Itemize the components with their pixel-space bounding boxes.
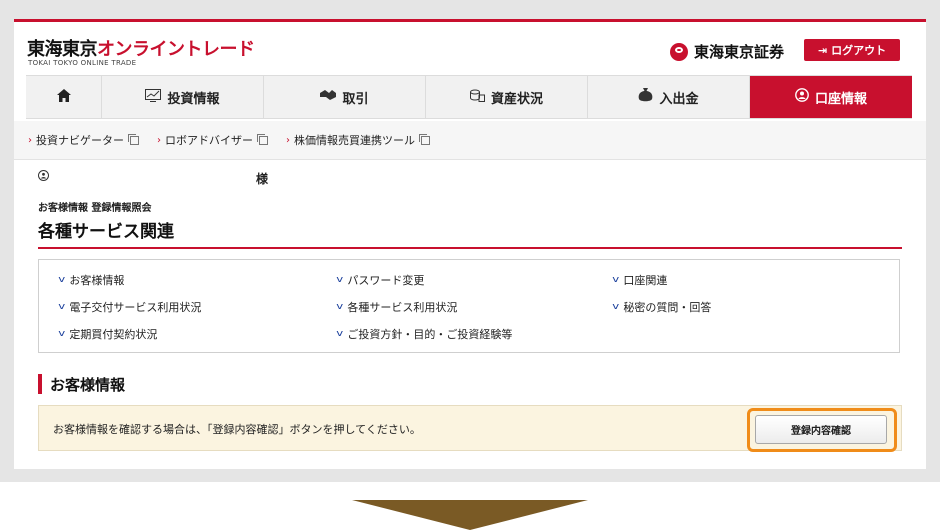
nav-label: 入出金	[659, 91, 699, 107]
logo-subtitle: TOKAI TOKYO ONLINE TRADE	[28, 59, 137, 67]
link-label: 秘密の質問・回答	[623, 301, 712, 314]
header: 東海東京オンライントレード TOKAI TOKYO ONLINE TRADE 東…	[14, 22, 926, 70]
logout-button[interactable]: ⇥ ログアウト	[804, 39, 900, 61]
link-investment-policy[interactable]: v ご投資方針・目的・ご投資経験等	[336, 326, 513, 342]
link-password-change[interactable]: v パスワード変更	[336, 272, 425, 288]
nav-label: 口座情報	[814, 91, 867, 107]
brand-logo: 東海東京証券	[670, 41, 784, 62]
link-e-delivery-status[interactable]: v 電子交付サービス利用状況	[58, 299, 202, 315]
handshake-icon	[320, 89, 337, 105]
chevron-down-icon: v	[336, 302, 344, 312]
brand-name: 東海東京証券	[694, 43, 785, 61]
logo-red-text: オンライントレード	[97, 39, 255, 60]
link-account-related[interactable]: v 口座関連	[612, 272, 668, 288]
brand-mark-icon	[670, 42, 688, 61]
subnav-label: 株価情報売買連携ツール	[294, 134, 415, 147]
chevron-down-icon: v	[336, 329, 344, 339]
nav-label: 投資情報	[167, 91, 220, 107]
nav-label: 取引	[342, 91, 369, 107]
chevron-down-icon: v	[336, 275, 344, 285]
nav-home[interactable]	[26, 76, 102, 118]
subnav-item-navigator[interactable]: › 投資ナビゲーター	[28, 132, 139, 148]
chevron-down-icon: v	[612, 302, 620, 312]
anchor-link-box: v お客様情報 v パスワード変更 v 口座関連 v 電子交付サービス利用状況 …	[38, 259, 900, 353]
info-box: お客様情報を確認する場合は、「登録内容確認」ボタンを押してください。 登録内容確…	[38, 405, 902, 452]
subnav-label: ロボアドバイザー	[165, 134, 253, 147]
down-arrow-icon	[352, 500, 588, 530]
chevron-right-icon: ›	[157, 134, 161, 146]
nav-investment-info[interactable]: 投資情報	[102, 76, 264, 118]
section-title: お客様情報	[38, 374, 125, 394]
logout-label: ログアウト	[831, 44, 887, 57]
chevron-down-icon: v	[612, 275, 620, 285]
external-window-icon	[128, 133, 139, 145]
link-service-usage-status[interactable]: v 各種サービス利用状況	[336, 299, 458, 315]
link-customer-info[interactable]: v お客様情報	[58, 272, 125, 288]
confirm-registration-button[interactable]: 登録内容確認	[755, 415, 887, 444]
home-icon	[56, 88, 71, 106]
nav-account-info[interactable]: 口座情報	[750, 76, 912, 118]
user-honorific: 様	[256, 172, 269, 186]
page: 東海東京オンライントレード TOKAI TOKYO ONLINE TRADE 東…	[14, 19, 926, 469]
link-regular-purchase-contract[interactable]: v 定期買付契約状況	[58, 326, 158, 342]
nav-trade[interactable]: 取引	[264, 76, 426, 118]
external-window-icon	[257, 133, 268, 145]
chevron-down-icon: v	[58, 329, 66, 339]
link-label: 各種サービス利用状況	[347, 301, 458, 314]
user-row	[38, 170, 49, 181]
chevron-right-icon: ›	[28, 134, 32, 146]
nav-assets[interactable]: 資産状況	[426, 76, 588, 118]
money-bag-icon	[638, 88, 653, 106]
subnav-item-stock-tool[interactable]: › 株価情報売買連携ツール	[286, 132, 430, 148]
link-label: ご投資方針・目的・ご投資経験等	[347, 328, 513, 341]
user-icon	[38, 170, 49, 181]
link-label: 口座関連	[623, 274, 668, 287]
sub-nav: › 投資ナビゲーター › ロボアドバイザー › 株価情報売買連携ツール	[14, 121, 926, 160]
main-nav: 投資情報 取引 資産状況 入出金 口座情報	[26, 75, 912, 119]
page-title: 各種サービス関連	[38, 222, 174, 242]
chart-icon	[145, 88, 162, 106]
logo-dark-text: 東海東京	[27, 39, 98, 60]
chevron-down-icon: v	[58, 275, 66, 285]
chevron-down-icon: v	[58, 302, 66, 312]
title-divider	[38, 247, 902, 249]
link-label: 定期買付契約状況	[69, 328, 158, 341]
user-circle-icon	[795, 88, 809, 106]
link-label: 電子交付サービス利用状況	[69, 301, 202, 314]
chevron-right-icon: ›	[286, 134, 290, 146]
logo[interactable]: 東海東京オンライントレード	[27, 35, 255, 61]
link-label: パスワード変更	[347, 274, 425, 287]
breadcrumb: お客様情報 登録情報照会	[38, 203, 152, 214]
nav-deposit-withdraw[interactable]: 入出金	[588, 76, 750, 118]
info-text: お客様情報を確認する場合は、「登録内容確認」ボタンを押してください。	[53, 423, 421, 436]
subnav-label: 投資ナビゲーター	[36, 134, 124, 147]
link-secret-question[interactable]: v 秘密の質問・回答	[612, 299, 712, 315]
coins-icon	[469, 89, 485, 106]
logout-icon: ⇥	[817, 43, 828, 57]
nav-label: 資産状況	[490, 91, 543, 107]
subnav-item-robo-advisor[interactable]: › ロボアドバイザー	[157, 132, 268, 148]
link-label: お客様情報	[69, 274, 125, 287]
external-window-icon	[419, 133, 430, 145]
